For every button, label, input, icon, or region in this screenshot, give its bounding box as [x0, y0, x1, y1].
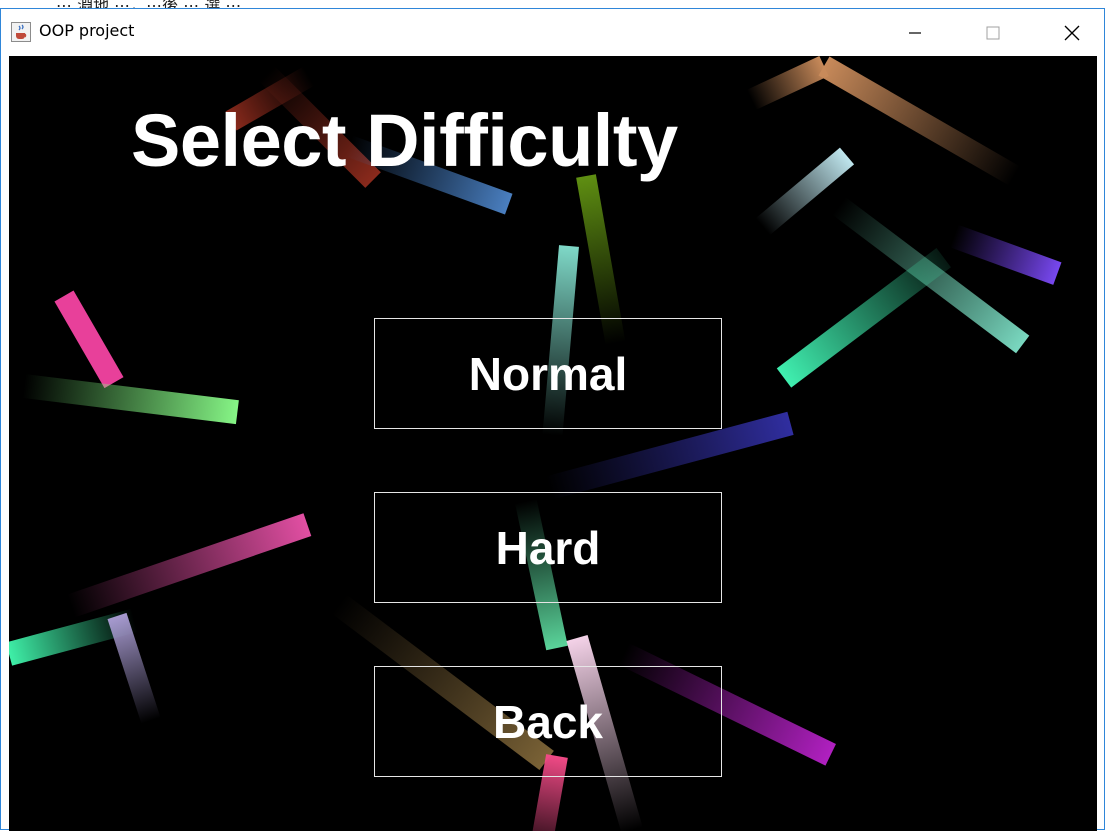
java-coffee-cup-icon: [11, 22, 31, 42]
maximize-icon: [986, 26, 1000, 39]
stick-tan-2: [746, 56, 829, 110]
stick-violet: [949, 224, 1062, 285]
stick-ice: [755, 147, 855, 236]
stick-sea: [776, 248, 951, 388]
page-title: Select Difficulty: [131, 99, 678, 182]
minimize-button[interactable]: [892, 9, 938, 56]
title-bar[interactable]: OOP project: [1, 9, 1104, 56]
close-button[interactable]: [1049, 9, 1095, 56]
stick-green: [22, 374, 239, 425]
window-title: OOP project: [39, 21, 135, 40]
app-window: OOP project Select Difficulty Normal Har…: [0, 8, 1105, 831]
hard-button[interactable]: Hard: [374, 492, 722, 603]
back-button[interactable]: Back: [374, 666, 722, 777]
stick-pink-2: [67, 513, 312, 618]
game-canvas: Select Difficulty Normal Hard Back: [9, 56, 1097, 831]
close-icon: [1064, 25, 1080, 40]
normal-button[interactable]: Normal: [374, 318, 722, 429]
minimize-icon: [909, 31, 921, 34]
maximize-button[interactable]: [970, 9, 1016, 56]
stick-pink: [54, 290, 124, 389]
